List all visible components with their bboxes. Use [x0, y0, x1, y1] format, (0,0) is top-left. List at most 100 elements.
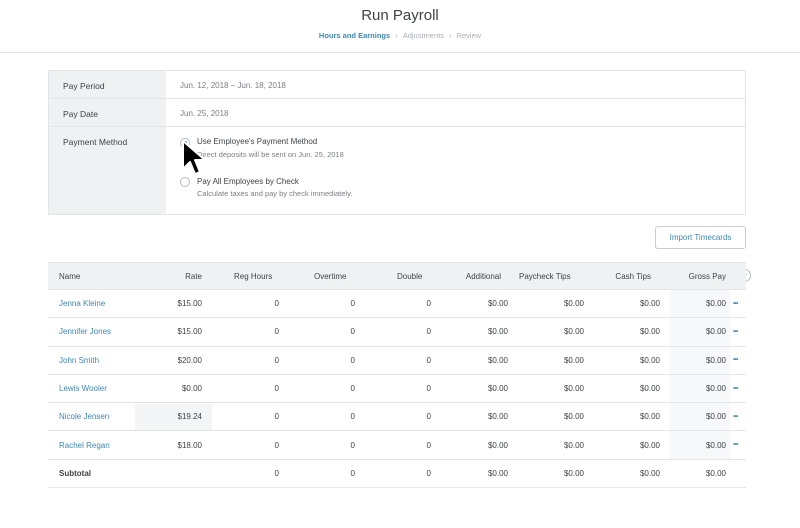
pay-date-row: Pay Date Jun. 25, 2018	[49, 99, 745, 127]
payment-method-label: Payment Method	[49, 127, 166, 214]
paycheck-tips-value[interactable]: $0.00	[524, 375, 584, 402]
subtotal-additional: $0.00	[487, 468, 508, 478]
employee-name[interactable]: Nicole Jensen	[59, 403, 109, 430]
overtime-value[interactable]: 0	[304, 318, 355, 345]
reg-hours-value[interactable]: 0	[228, 318, 279, 345]
import-timecards-button[interactable]: Import Timecards	[655, 226, 746, 249]
column-header-rate[interactable]: Rate	[148, 263, 202, 289]
double-value[interactable]: 0	[380, 318, 431, 345]
row-more-ellipsis-icon[interactable]: •••	[733, 431, 738, 458]
employee-name[interactable]: Jennifer Jones	[59, 318, 111, 345]
cash-tips-value[interactable]: $0.00	[600, 375, 660, 402]
double-value[interactable]: 0	[380, 431, 431, 458]
step-hours-and-earnings[interactable]: Hours and Earnings	[319, 31, 390, 40]
column-header-additional[interactable]: Additional	[448, 263, 501, 289]
table-row: John Smith $20.00 0 0 0 $0.00 $0.00 $0.00 $0.00 •…	[48, 346, 746, 375]
additional-value[interactable]: $0.00	[448, 318, 508, 345]
option-employee-title[interactable]: Use Employee's Payment Method	[197, 137, 317, 146]
gross-pay-value: $0.00	[705, 384, 726, 394]
subtotal-label: Subtotal	[59, 468, 91, 478]
rate-value[interactable]: $19.24	[148, 403, 202, 430]
column-header-reg-hours[interactable]: Reg Hours	[234, 263, 272, 289]
overtime-value[interactable]: 0	[304, 375, 355, 402]
gross-pay-value: $0.00	[705, 355, 726, 365]
step-breadcrumb: Hours and Earnings › Adjustments › Review	[0, 31, 800, 40]
row-more-ellipsis-icon[interactable]: •••	[733, 290, 738, 317]
mouse-cursor-icon	[182, 140, 206, 175]
employee-name[interactable]: Jenna Kleine	[59, 290, 105, 317]
subtotal-paycheck-tips: $0.00	[563, 468, 584, 478]
overtime-value[interactable]: 0	[304, 290, 355, 317]
option-employee-subtitle: Direct deposits will be sent on Jun. 25,…	[197, 150, 344, 159]
reg-hours-value[interactable]: 0	[228, 431, 279, 458]
double-value[interactable]: 0	[380, 375, 431, 402]
row-more-ellipsis-icon[interactable]: •••	[733, 318, 738, 345]
reg-hours-value[interactable]: 0	[228, 375, 279, 402]
overtime-value[interactable]: 0	[304, 347, 355, 374]
paycheck-tips-value[interactable]: $0.00	[524, 290, 584, 317]
column-header-gross-pay[interactable]: Gross Pay	[670, 263, 726, 289]
rate-value[interactable]: $18.00	[148, 431, 202, 458]
rate-value[interactable]: $15.00	[148, 318, 202, 345]
table-header-row: Name Rate Reg Hours Overtime Double Addi…	[48, 262, 746, 290]
row-more-ellipsis-icon[interactable]: •••	[733, 347, 738, 374]
double-value[interactable]: 0	[380, 403, 431, 430]
cash-tips-value[interactable]: $0.00	[600, 403, 660, 430]
additional-value[interactable]: $0.00	[448, 347, 508, 374]
cash-tips-value[interactable]: $0.00	[600, 290, 660, 317]
table-row: Rachel Regan $18.00 0 0 0 $0.00 $0.00 $0.00 $0.0…	[48, 431, 746, 460]
step-adjustments[interactable]: Adjustments	[403, 31, 444, 40]
row-more-ellipsis-icon[interactable]: •••	[733, 375, 738, 402]
cash-tips-value[interactable]: $0.00	[600, 347, 660, 374]
pay-date-label: Pay Date	[49, 99, 166, 126]
step-review[interactable]: Review	[456, 31, 481, 40]
double-value[interactable]: 0	[380, 347, 431, 374]
row-more-ellipsis-icon[interactable]: •••	[733, 403, 738, 430]
additional-value[interactable]: $0.00	[448, 403, 508, 430]
reg-hours-value[interactable]: 0	[228, 403, 279, 430]
pay-date-value: Jun. 25, 2018	[180, 109, 229, 118]
paycheck-tips-value[interactable]: $0.00	[524, 347, 584, 374]
payment-method-check-radio[interactable]	[180, 177, 190, 187]
paycheck-tips-value[interactable]: $0.00	[524, 318, 584, 345]
page-title: Run Payroll	[361, 7, 439, 24]
chevron-right-icon: ›	[448, 31, 452, 40]
table-row: Nicole Jensen $19.24 0 0 0 $0.00 $0.00 $0.00 $0.…	[48, 403, 746, 432]
overtime-value[interactable]: 0	[304, 403, 355, 430]
employee-name[interactable]: John Smith	[59, 347, 99, 374]
pay-period-value: Jun. 12, 2018 – Jun. 18, 2018	[180, 81, 286, 90]
payroll-table: Name Rate Reg Hours Overtime Double Addi…	[48, 262, 746, 489]
option-check-title[interactable]: Pay All Employees by Check	[197, 177, 299, 186]
pay-info-panel: Pay Period Jun. 12, 2018 – Jun. 18, 2018…	[48, 70, 746, 215]
double-value[interactable]: 0	[380, 290, 431, 317]
paycheck-tips-value[interactable]: $0.00	[524, 403, 584, 430]
additional-value[interactable]: $0.00	[448, 431, 508, 458]
employee-name[interactable]: Rachel Regan	[59, 431, 110, 458]
subtotal-row: Subtotal 0 0 0 $0.00 $0.00 $0.00 $0.00	[48, 460, 746, 489]
paycheck-tips-value[interactable]: $0.00	[524, 431, 584, 458]
column-header-name[interactable]: Name	[59, 263, 80, 289]
rate-value[interactable]: $20.00	[148, 347, 202, 374]
subtotal-gross-pay: $0.00	[705, 468, 726, 478]
employee-name[interactable]: Lewis Wooler	[59, 375, 107, 402]
rate-value[interactable]: $15.00	[148, 290, 202, 317]
reg-hours-value[interactable]: 0	[228, 347, 279, 374]
payment-method-row: Payment Method Use Employee's Payment Me…	[49, 127, 745, 214]
column-header-paycheck-tips[interactable]: Paycheck Tips	[519, 263, 571, 289]
overtime-value[interactable]: 0	[304, 431, 355, 458]
option-check-subtitle: Calculate taxes and pay by check immedia…	[197, 189, 353, 198]
table-row: Jennifer Jones $15.00 0 0 0 $0.00 $0.00 $0.00 $0…	[48, 318, 746, 347]
column-header-overtime[interactable]: Overtime	[314, 263, 346, 289]
column-header-cash-tips[interactable]: Cash Tips	[598, 263, 651, 289]
column-header-double[interactable]: Double	[397, 263, 422, 289]
reg-hours-value[interactable]: 0	[228, 290, 279, 317]
additional-value[interactable]: $0.00	[448, 375, 508, 402]
cash-tips-value[interactable]: $0.00	[600, 431, 660, 458]
subtotal-overtime: 0	[350, 468, 355, 478]
rate-value[interactable]: $0.00	[148, 375, 202, 402]
cash-tips-value[interactable]: $0.00	[600, 318, 660, 345]
gross-pay-value: $0.00	[705, 327, 726, 337]
gross-pay-value: $0.00	[705, 412, 726, 422]
subtotal-cash-tips: $0.00	[639, 468, 660, 478]
additional-value[interactable]: $0.00	[448, 290, 508, 317]
